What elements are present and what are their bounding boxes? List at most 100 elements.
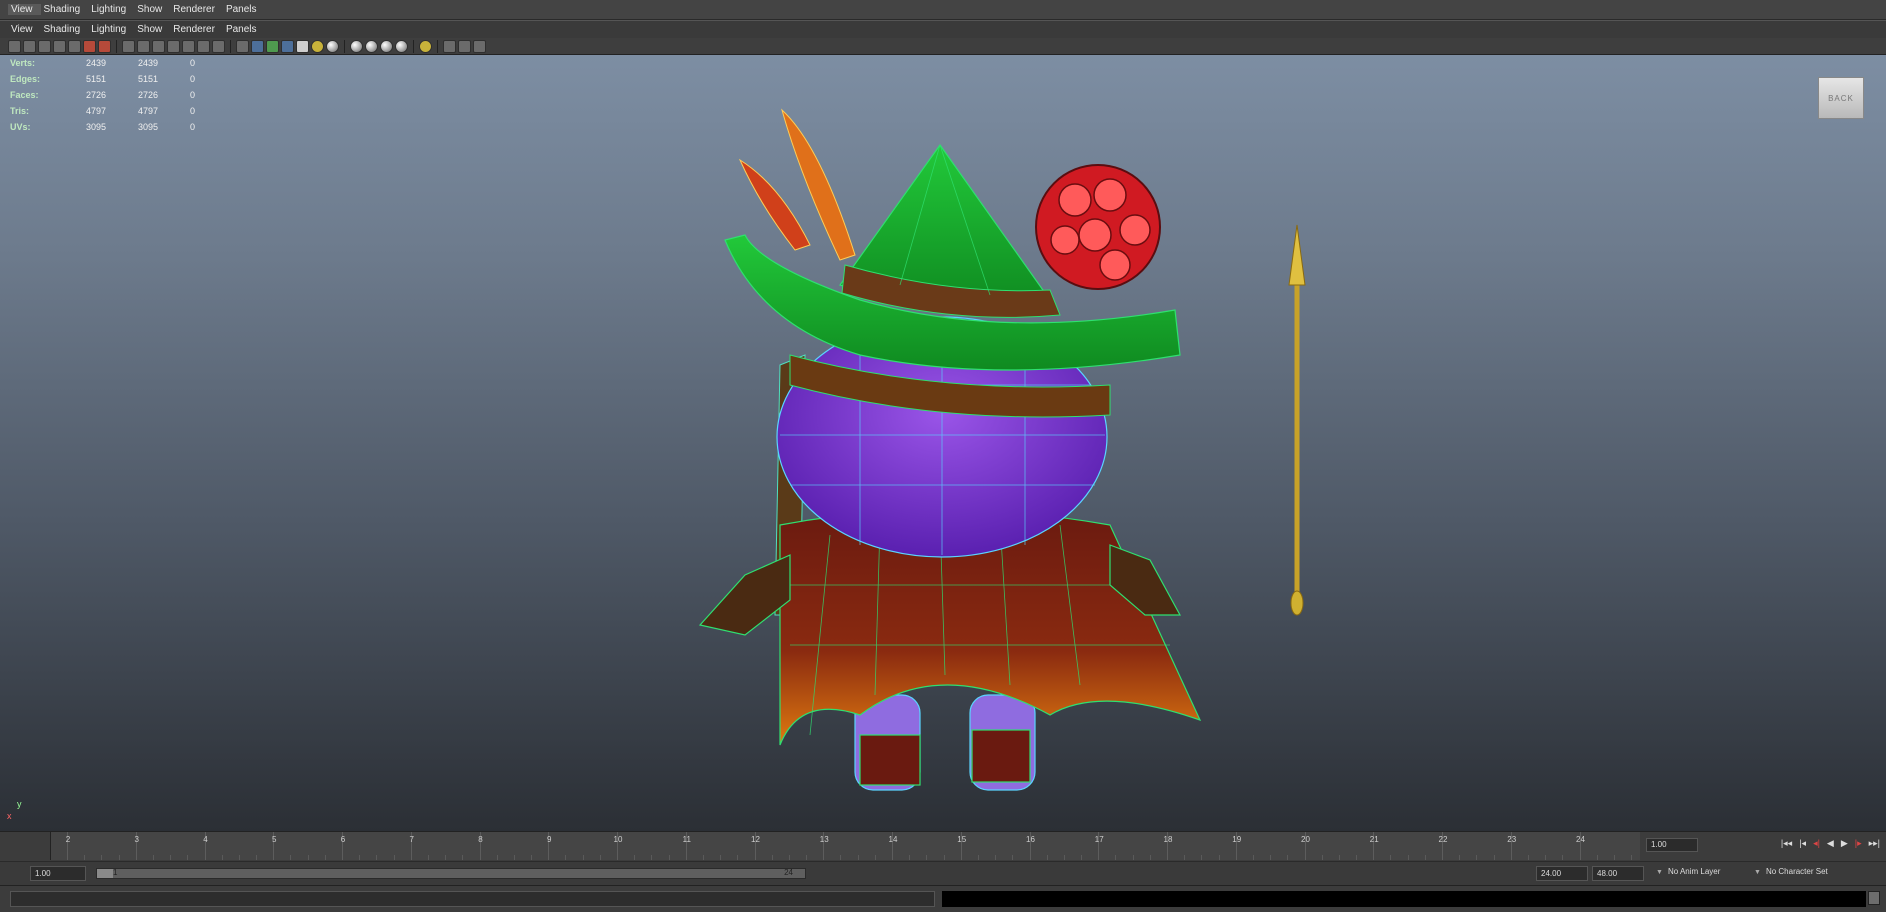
go-to-end-button[interactable]: ▸▸| xyxy=(1869,838,1880,849)
start-time-field[interactable]: 1.00 xyxy=(30,866,86,881)
time-minor-tick xyxy=(582,855,584,860)
film-gate-icon[interactable] xyxy=(137,39,150,53)
range-slider[interactable]: 1 24 xyxy=(96,868,806,879)
motion-blur-icon[interactable] xyxy=(380,39,393,53)
checker-icon[interactable] xyxy=(296,39,309,53)
toolbar-separator xyxy=(230,39,234,53)
go-to-start-button[interactable]: |◂◂ xyxy=(1781,838,1792,849)
high-quality-icon[interactable] xyxy=(350,39,363,53)
play-backwards-button[interactable]: ◀ xyxy=(1827,838,1834,849)
shadows-icon[interactable] xyxy=(326,39,339,53)
wireframe-on-shaded-icon[interactable] xyxy=(266,39,279,53)
menu-shading[interactable]: Shading xyxy=(41,4,89,15)
time-tick-label: 4 xyxy=(203,835,208,844)
safe-action-icon[interactable] xyxy=(197,39,210,53)
step-back-key-button[interactable]: |◂ xyxy=(1799,838,1806,849)
range-slider-end: 24 xyxy=(784,868,793,877)
panel-menu-view[interactable]: View xyxy=(8,24,41,35)
antialiasing-icon[interactable] xyxy=(395,39,408,53)
time-tick: 13 xyxy=(820,832,829,860)
time-minor-tick xyxy=(720,855,722,860)
time-minor-tick xyxy=(1321,855,1323,860)
panel-menu-show[interactable]: Show xyxy=(134,24,170,35)
time-tick: 15 xyxy=(957,832,966,860)
perspective-viewport[interactable]: Verts: 2439 2439 0 Edges: 5151 5151 0 Fa… xyxy=(0,55,1886,831)
step-back-frame-button[interactable]: ◂| xyxy=(1813,838,1820,849)
lights-icon[interactable] xyxy=(311,39,324,53)
safe-title-icon[interactable] xyxy=(212,39,225,53)
xray-icon[interactable] xyxy=(443,39,456,53)
time-minor-tick xyxy=(651,855,653,860)
time-minor-tick xyxy=(1081,855,1083,860)
time-tick: 8 xyxy=(478,832,483,860)
time-ruler[interactable]: 2 3 4 5 6 7 8 9 10 11 12 13 14 15 16 17 18 19 20 21 22 23 24 xyxy=(50,832,1640,860)
time-minor-tick xyxy=(462,855,464,860)
time-tick-label: 9 xyxy=(547,835,552,844)
anim-layer-dropdown[interactable]: ▼ No Anim Layer xyxy=(1656,867,1720,876)
range-slider-start: 1 xyxy=(113,868,118,877)
image-plane-icon[interactable] xyxy=(53,39,66,53)
time-minor-tick xyxy=(307,855,309,860)
record-icon[interactable] xyxy=(98,39,111,53)
isolate-select-icon[interactable] xyxy=(419,39,432,53)
menu-panels[interactable]: Panels xyxy=(223,4,265,15)
time-tick-label: 13 xyxy=(819,835,829,844)
select-camera-icon[interactable] xyxy=(8,39,21,53)
script-editor-icon[interactable] xyxy=(1868,891,1880,905)
time-minor-tick xyxy=(324,855,326,860)
range-slider-handle[interactable] xyxy=(97,869,113,878)
camera-attributes-icon[interactable] xyxy=(23,39,36,53)
menu-view[interactable]: View xyxy=(8,4,41,15)
time-minor-tick xyxy=(1338,855,1340,860)
panel-menu-panels[interactable]: Panels xyxy=(223,24,265,35)
panel-menu-renderer[interactable]: Renderer xyxy=(170,24,223,35)
time-tick-label: 20 xyxy=(1301,835,1310,844)
resolution-gate-icon[interactable] xyxy=(152,39,165,53)
ambient-occlusion-icon[interactable] xyxy=(365,39,378,53)
time-minor-tick xyxy=(1287,855,1289,860)
time-tick-label: 21 xyxy=(1369,835,1379,844)
time-tick: 16 xyxy=(1026,832,1035,860)
panel-menu-lighting[interactable]: Lighting xyxy=(88,24,134,35)
character-set-dropdown[interactable]: ▼ No Character Set xyxy=(1754,867,1828,876)
time-minor-tick xyxy=(599,855,601,860)
grease-pencil-icon[interactable] xyxy=(83,39,96,53)
time-tick: 3 xyxy=(135,832,139,860)
grid-icon[interactable] xyxy=(122,39,135,53)
bookmark-icon[interactable] xyxy=(38,39,51,53)
time-minor-tick xyxy=(995,855,997,860)
time-slider[interactable]: 2 3 4 5 6 7 8 9 10 11 12 13 14 15 16 17 18 19 20 21 22 23 24 1… xyxy=(0,831,1886,861)
playback-end-field[interactable]: 24.00 xyxy=(1536,866,1588,881)
share-icon[interactable] xyxy=(473,39,486,53)
time-minor-tick xyxy=(393,855,395,860)
time-minor-tick xyxy=(1201,855,1203,860)
menu-renderer[interactable]: Renderer xyxy=(170,4,223,15)
time-minor-tick xyxy=(359,855,361,860)
time-minor-tick xyxy=(118,855,120,860)
field-chart-icon[interactable] xyxy=(182,39,195,53)
time-tick-label: 8 xyxy=(478,835,483,844)
menu-lighting[interactable]: Lighting xyxy=(88,4,134,15)
textured-icon[interactable] xyxy=(281,39,294,53)
wireframe-icon[interactable] xyxy=(236,39,249,53)
animation-end-field[interactable]: 48.00 xyxy=(1592,866,1644,881)
gate-mask-icon[interactable] xyxy=(167,39,180,53)
two-d-pan-icon[interactable] xyxy=(68,39,81,53)
command-input[interactable] xyxy=(10,891,935,907)
time-tick-label: 5 xyxy=(272,835,277,844)
panel-menu-shading[interactable]: Shading xyxy=(41,24,89,35)
play-forwards-button[interactable]: ▶ xyxy=(1841,838,1848,849)
current-frame-field[interactable]: 1.00 xyxy=(1646,838,1698,852)
step-forward-key-button[interactable]: |▸ xyxy=(1855,838,1862,849)
time-minor-tick xyxy=(840,855,842,860)
time-minor-tick xyxy=(1459,855,1461,860)
smooth-shade-icon[interactable] xyxy=(251,39,264,53)
time-minor-tick xyxy=(1046,855,1048,860)
playback-controls: |◂◂ |◂ ◂| ◀ ▶ |▸ ▸▸| xyxy=(1781,838,1880,849)
xray-joints-icon[interactable] xyxy=(458,39,471,53)
time-minor-tick xyxy=(1631,855,1633,860)
time-tick: 21 xyxy=(1370,832,1379,860)
character-model[interactable] xyxy=(0,55,1886,831)
time-tick-label: 10 xyxy=(613,835,623,844)
menu-show[interactable]: Show xyxy=(134,4,170,15)
